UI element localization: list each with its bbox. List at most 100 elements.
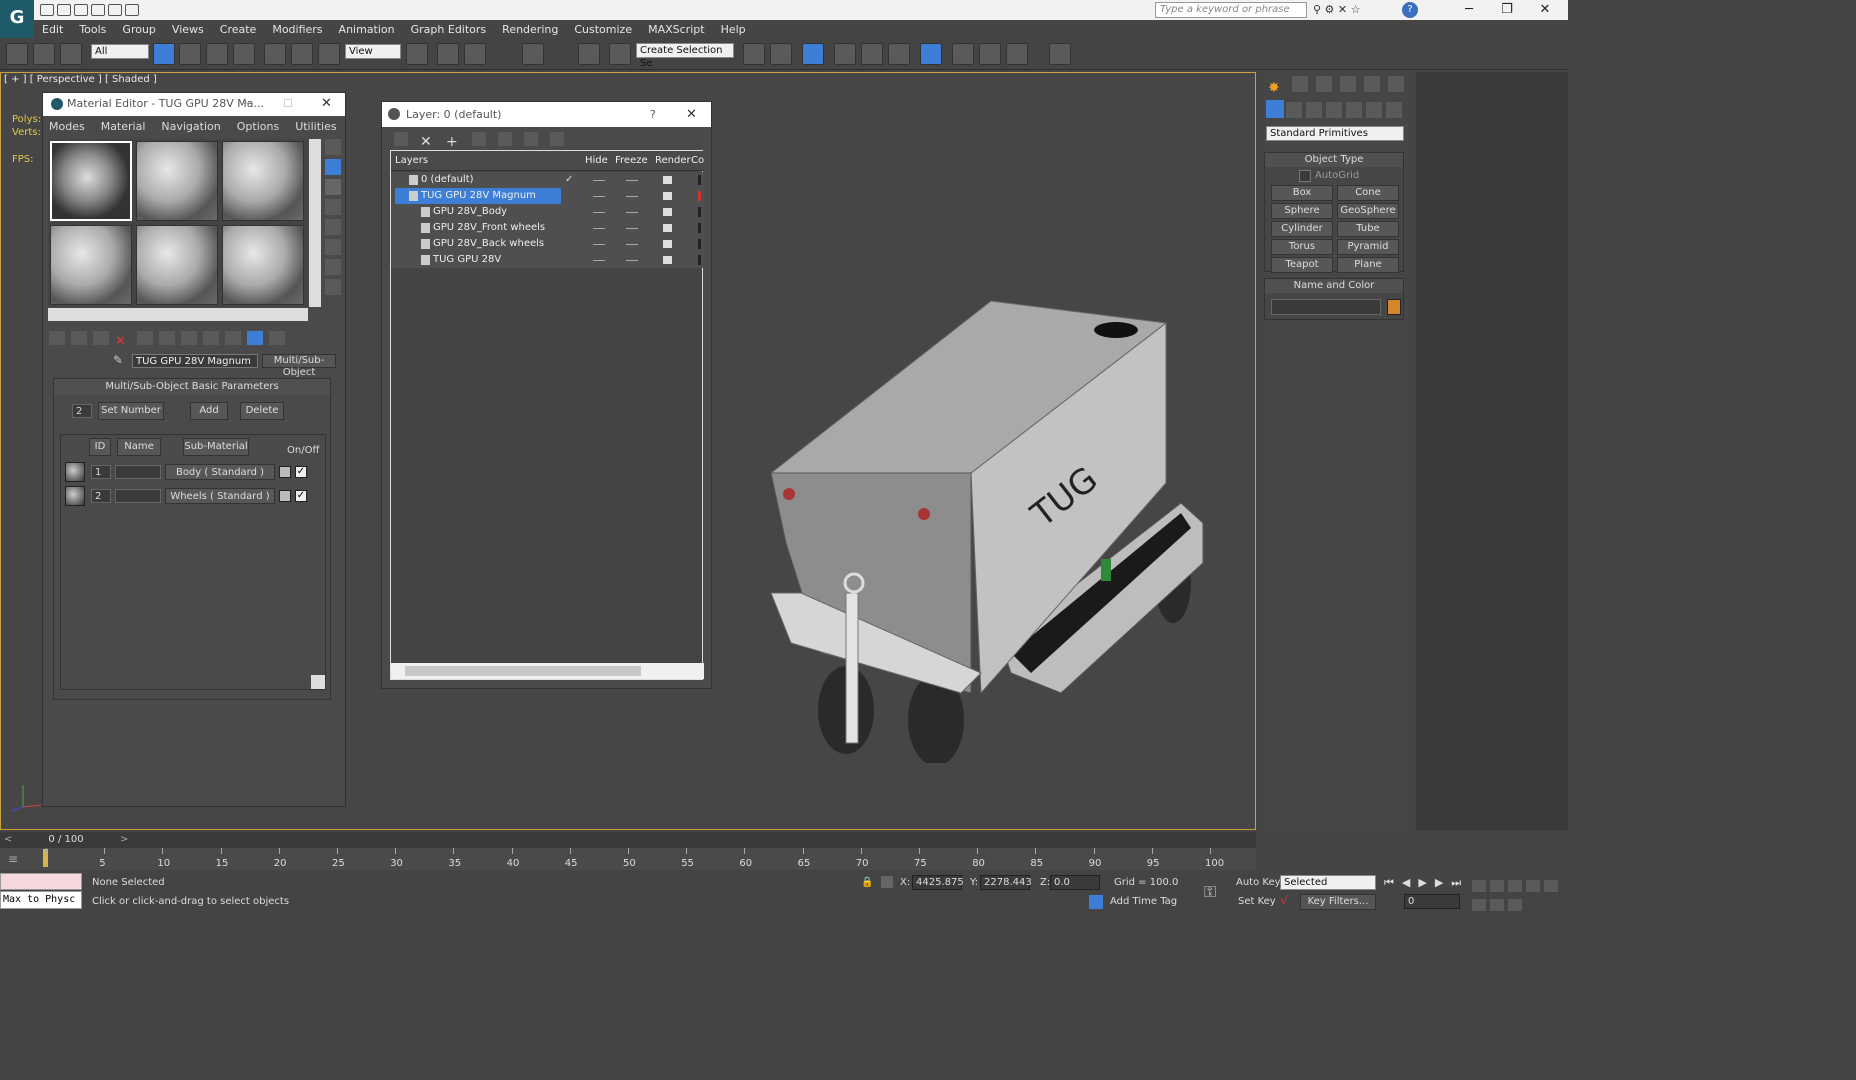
geometry-icon[interactable] <box>1266 100 1284 118</box>
time-tag-icon[interactable] <box>1089 895 1103 909</box>
put-to-library-icon[interactable] <box>159 331 175 345</box>
maximize-button[interactable]: ☐ <box>283 93 293 115</box>
viewport-label[interactable]: [ + ] [ Perspective ] [ Shaded ] <box>4 74 157 85</box>
sample-slot-4[interactable] <box>50 225 132 305</box>
time-slider[interactable]: < 0 / 100 > <box>0 832 1256 848</box>
add-to-layer-icon[interactable]: + <box>446 134 460 150</box>
sample-slot-2[interactable] <box>136 141 218 221</box>
render-icon[interactable] <box>1006 43 1028 65</box>
delete-layer-icon[interactable]: ✕ <box>420 134 434 150</box>
freeze-toggle[interactable] <box>626 180 638 181</box>
minimize-button[interactable]: ─ <box>1454 0 1484 20</box>
motion-tab-icon[interactable] <box>1340 76 1356 92</box>
playback-controls[interactable]: ⏮◀▶▶⏭ <box>1384 876 1469 890</box>
layer-color[interactable] <box>698 191 701 201</box>
layer-row[interactable]: GPU 28V_Back wheels <box>393 236 701 252</box>
submaterial-id[interactable]: 2 <box>91 489 111 503</box>
layer-row[interactable]: TUG GPU 28V Magnum <box>393 188 701 204</box>
menu-views[interactable]: Views <box>164 20 212 36</box>
cameras-icon[interactable] <box>1326 102 1342 118</box>
undo-icon[interactable] <box>91 4 105 16</box>
keyboard-shortcut-icon[interactable] <box>464 43 486 65</box>
menu-create[interactable]: Create <box>212 20 265 36</box>
minimize-button[interactable]: ─ <box>243 93 250 115</box>
unlink-icon[interactable] <box>33 43 55 65</box>
assign-to-selection-icon[interactable] <box>93 331 109 345</box>
rollout-title[interactable]: Multi/Sub-Object Basic Parameters <box>54 379 330 395</box>
menu-rendering[interactable]: Rendering <box>494 20 566 36</box>
sample-slots-hscrollbar[interactable] <box>48 308 308 321</box>
make-preview-icon[interactable] <box>325 239 341 255</box>
render-toggle-icon[interactable] <box>663 208 672 216</box>
zoom-extents-icon[interactable] <box>1508 880 1522 892</box>
hide-toggle[interactable] <box>593 212 605 213</box>
menu-modifiers[interactable]: Modifiers <box>264 20 330 36</box>
hide-toggle[interactable] <box>593 260 605 261</box>
submaterial-preview[interactable] <box>65 486 85 506</box>
sort-by-id[interactable]: ID <box>89 438 111 456</box>
zoom-all-icon[interactable] <box>1490 880 1504 892</box>
layer-explorer-icon[interactable] <box>834 43 856 65</box>
utilities-tab-icon[interactable] <box>1388 76 1404 92</box>
submaterial-color-swatch[interactable] <box>279 466 291 478</box>
video-color-check-icon[interactable] <box>325 219 341 235</box>
close-button[interactable]: ✕ <box>1530 0 1560 20</box>
zoom-icon[interactable] <box>1472 880 1486 892</box>
absolute-mode-icon[interactable] <box>881 876 893 888</box>
auto-key-button[interactable]: Auto Key <box>1236 877 1281 888</box>
layer-explorer-titlebar[interactable]: Layer: 0 (default) ? ✕ <box>382 102 711 127</box>
link-icon[interactable] <box>6 43 28 65</box>
get-material-icon[interactable] <box>49 331 65 345</box>
menu-customize[interactable]: Customize <box>566 20 640 36</box>
z-coordinate-field[interactable]: 0.0 <box>1050 875 1100 890</box>
set-number-field[interactable]: 2 <box>72 404 92 418</box>
sort-by-submaterial[interactable]: Sub-Material <box>183 438 249 456</box>
zoom-extents-all-icon[interactable] <box>1526 880 1540 892</box>
sample-slot-6[interactable] <box>222 225 304 305</box>
lock-icon[interactable]: 🔒 <box>861 877 873 888</box>
new-icon[interactable] <box>40 4 54 16</box>
tube-button[interactable]: Tube <box>1337 221 1399 237</box>
material-name-field[interactable]: TUG GPU 28V Magnum <box>132 354 258 368</box>
sphere-button[interactable]: Sphere <box>1271 203 1333 219</box>
redo-icon[interactable] <box>108 4 122 16</box>
freeze-toggle[interactable] <box>626 228 638 229</box>
layer-hscrollbar[interactable] <box>391 663 704 679</box>
menu-edit[interactable]: Edit <box>34 20 71 36</box>
cone-button[interactable]: Cone <box>1337 185 1399 201</box>
plane-button[interactable]: Plane <box>1337 257 1399 273</box>
hide-toggle[interactable] <box>593 196 605 197</box>
rectangular-selection-icon[interactable] <box>206 43 228 65</box>
layer-color[interactable] <box>698 239 701 249</box>
add-time-tag[interactable]: Add Time Tag <box>1110 896 1177 907</box>
teapot-button[interactable]: Teapot <box>1271 257 1333 273</box>
search-input[interactable]: Type a keyword or phrase <box>1155 2 1307 18</box>
infocenter-icons[interactable]: ⚲ ⚙ ✕ ☆ <box>1313 3 1393 17</box>
object-name-field[interactable] <box>1271 299 1381 315</box>
render-toggle-icon[interactable] <box>663 224 672 232</box>
object-type-title[interactable]: Object Type <box>1265 153 1403 167</box>
layer-header-co[interactable]: Co <box>691 155 704 166</box>
app-logo[interactable]: G <box>0 0 34 38</box>
layer-header-render[interactable]: Render <box>655 155 691 166</box>
close-button[interactable]: ✕ <box>686 102 697 127</box>
eyedropper-icon[interactable]: ✎ <box>113 353 123 367</box>
render-toggle-icon[interactable] <box>663 240 672 248</box>
autogrid-checkbox[interactable] <box>1299 170 1311 182</box>
options-icon[interactable] <box>325 259 341 275</box>
delete-button[interactable]: Delete <box>240 402 284 420</box>
me-menu-navigation[interactable]: Navigation <box>161 120 220 133</box>
align-icon[interactable] <box>770 43 792 65</box>
scroll-thumb[interactable] <box>405 666 641 676</box>
render-toggle-icon[interactable] <box>663 176 672 184</box>
menu-graph-editors[interactable]: Graph Editors <box>403 20 495 36</box>
lights-icon[interactable] <box>1306 102 1322 118</box>
me-menu-utilities[interactable]: Utilities <box>295 120 336 133</box>
submaterial-preview[interactable] <box>65 462 85 482</box>
bind-spacewarp-icon[interactable] <box>60 43 82 65</box>
render-toggle-icon[interactable] <box>663 256 672 264</box>
menu-maxscript[interactable]: MAXScript <box>640 20 712 36</box>
freeze-all-icon[interactable] <box>550 132 564 146</box>
layer-row[interactable]: GPU 28V_Front wheels <box>393 220 701 236</box>
named-selection-dropdown[interactable]: Create Selection Se <box>636 43 734 69</box>
